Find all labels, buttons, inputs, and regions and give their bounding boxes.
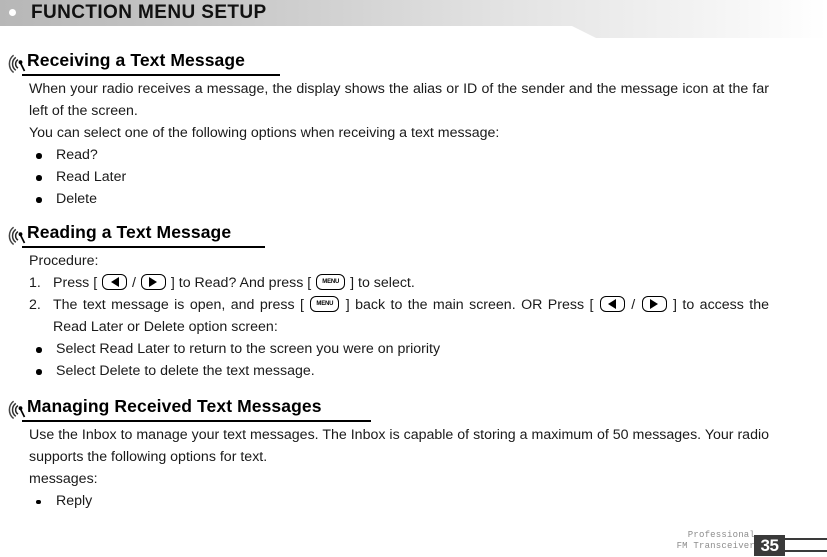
arrow-left-key-icon[interactable]	[102, 274, 128, 290]
list-item: Read Later	[29, 166, 769, 188]
step-text-part: ] to select.	[346, 275, 415, 291]
page-number: 35	[754, 535, 785, 556]
procedure-label: Procedure:	[29, 253, 99, 269]
section-underline	[22, 246, 265, 248]
list-item: Select Delete to delete the text message…	[29, 360, 769, 382]
circle-dot-icon	[9, 9, 16, 16]
step-text-part: Press [	[53, 275, 102, 291]
section-paragraph: When your radio receives a message, the …	[29, 81, 769, 119]
section-heading: Reading a Text Message	[0, 222, 827, 250]
section-title: Managing Received Text Messages	[27, 396, 322, 416]
footer-brand-line-2: FM Transceiver	[676, 540, 755, 551]
list-item: Reply	[29, 490, 769, 512]
step-text-part: The text message is open, and press [	[53, 297, 310, 313]
step-text-part: /	[625, 297, 641, 313]
page-footer: Professional FM Transceiver 35	[0, 511, 827, 557]
menu-key-icon[interactable]: MENU	[310, 296, 340, 312]
step-text-part: ] to Read? And press [	[166, 275, 316, 291]
section-heading: Receiving a Text Message	[0, 50, 827, 78]
page-header: FUNCTION MENU SETUP	[0, 0, 827, 40]
section-paragraph: Use the Inbox to manage your text messag…	[29, 427, 769, 465]
procedure-steps: 1. Press [ / ] to Read? And press [ MENU …	[29, 272, 769, 338]
section-managing-received-text-messages: Managing Received Text Messages Use the …	[0, 396, 827, 512]
arrow-right-key-icon[interactable]	[140, 274, 166, 290]
step-text-part: ] back to the main screen. OR Press [	[340, 297, 599, 313]
step-number: 1.	[29, 275, 41, 291]
section-heading: Managing Received Text Messages	[0, 396, 827, 424]
footer-brand-line-1: Professional	[687, 530, 755, 540]
section-paragraph: You can select one of the following opti…	[29, 125, 500, 141]
section-underline	[22, 420, 371, 422]
step-text-part: /	[128, 275, 140, 291]
options-list: Read? Read Later Delete	[29, 144, 769, 210]
menu-key-label: MENU	[316, 301, 334, 307]
options-list: Reply	[29, 490, 769, 512]
list-item: Select Read Later to return to the scree…	[29, 338, 769, 360]
list-item: Delete	[29, 188, 769, 210]
section-underline	[22, 74, 280, 76]
manual-page: FUNCTION MENU SETUP Receiving a Text Mes…	[0, 0, 827, 557]
arrow-right-key-icon[interactable]	[641, 296, 667, 312]
menu-key-icon[interactable]: MENU	[316, 274, 346, 290]
list-item: 2. The text message is open, and press [ …	[29, 294, 769, 338]
menu-key-label: MENU	[322, 279, 340, 285]
list-item: Read?	[29, 144, 769, 166]
arrow-left-key-icon[interactable]	[599, 296, 625, 312]
options-list: Select Read Later to return to the scree…	[29, 338, 769, 382]
footer-brand: Professional FM Transceiver	[677, 530, 755, 551]
section-title: Reading a Text Message	[27, 222, 232, 242]
section-reading-a-text-message: Reading a Text Message Procedure: 1. Pres…	[0, 222, 827, 382]
step-number: 2.	[29, 297, 41, 313]
section-receiving-a-text-message: Receiving a Text Message When your radio…	[0, 50, 827, 210]
footer-rule-bottom	[785, 549, 827, 552]
section-title: Receiving a Text Message	[27, 50, 246, 70]
page-content: Receiving a Text Message When your radio…	[0, 40, 827, 512]
footer-rule-top	[785, 537, 827, 540]
section-paragraph: messages:	[29, 471, 98, 487]
page-title: FUNCTION MENU SETUP	[31, 2, 267, 23]
list-item: 1. Press [ / ] to Read? And press [ MENU …	[29, 272, 769, 294]
